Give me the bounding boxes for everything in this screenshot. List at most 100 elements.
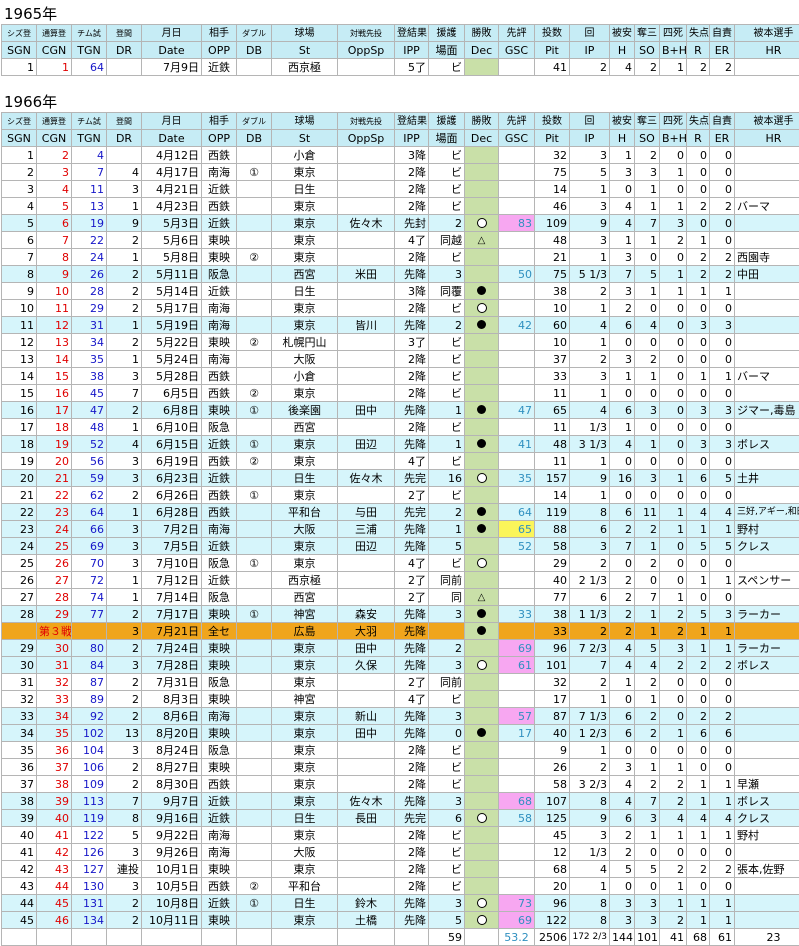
cell-so: 3 (635, 912, 660, 929)
cell-date: 7月12日 (142, 572, 202, 589)
cell-h: 7 (610, 266, 635, 283)
header-cell-en: IPP (395, 42, 429, 59)
cell-date: 4月23日 (142, 198, 202, 215)
cell-pit: 119 (535, 504, 570, 521)
table-row: 28297727月17日東映①神宮森安先降333381 1/321253ラーカー (2, 606, 799, 623)
loss-mark-icon (477, 898, 487, 908)
cell-h: 2 (610, 606, 635, 623)
cell-tgn: 59 (72, 470, 107, 487)
table-row: 第３戦37月21日全セ広島大羽先降33221211 (2, 623, 799, 640)
table-row: 353610438月24日阪急東京2降ビ9100000 (2, 742, 799, 759)
cell-sc: 3 (429, 708, 465, 725)
cell-sc: ビ (429, 147, 465, 164)
cell-db (237, 181, 272, 198)
header-cell-en: R (687, 42, 710, 59)
cell-sgn: 2 (2, 164, 37, 181)
cell-dec (465, 385, 499, 402)
cell-gsc (499, 623, 535, 640)
cell-h: 1 (610, 368, 635, 385)
cell-oppsp (338, 181, 395, 198)
cell-st: 東京 (272, 759, 338, 776)
cell-ip: 5 1/3 (570, 266, 610, 283)
cell-dec (465, 708, 499, 725)
cell-gsc: 69 (499, 640, 535, 657)
cell-cgn: 37 (37, 759, 72, 776)
cell-ipp: 3降 (395, 283, 429, 300)
cell-bh: 2 (660, 623, 687, 640)
cell-date: 5月22日 (142, 334, 202, 351)
cell-db (237, 776, 272, 793)
cell-so: 1 (635, 368, 660, 385)
cell-dec (465, 895, 499, 912)
cell-h: 1 (610, 232, 635, 249)
cell-opp: 全セ (202, 623, 237, 640)
cell-er: 2 (710, 198, 735, 215)
cell-pit: 77 (535, 589, 570, 606)
cell-bh: 1 (660, 164, 687, 181)
cell-bh: 2 (660, 912, 687, 929)
cell-bh: 0 (660, 674, 687, 691)
cell-oppsp: 佐々木 (338, 470, 395, 487)
cell-oppsp (338, 691, 395, 708)
cell-h: 0 (610, 691, 635, 708)
cell-dec (465, 368, 499, 385)
cell-h: 2 (610, 521, 635, 538)
header-cell-en: DR (107, 42, 142, 59)
cell-dec (465, 878, 499, 895)
cell-ipp: 先完 (395, 810, 429, 827)
cell-hr: 早瀬 (735, 776, 799, 793)
cell-dr: 2 (107, 266, 142, 283)
cell-dr: 2 (107, 708, 142, 725)
cell-r: 2 (687, 266, 710, 283)
cell-sc: 3 (429, 657, 465, 674)
cell-dr: 3 (107, 657, 142, 674)
cell-db: ① (237, 555, 272, 572)
cell-ip: 1 (570, 691, 610, 708)
cell-h: 4 (610, 793, 635, 810)
header-cell-jp: 登結果 (395, 25, 429, 42)
cell-r: 2 (687, 59, 710, 76)
cell-ipp: 2降 (395, 164, 429, 181)
cell-tgn: 80 (72, 640, 107, 657)
cell-ipp: 2降 (395, 368, 429, 385)
cell-cgn: 29 (37, 606, 72, 623)
cell-hr (735, 878, 799, 895)
cell-st: 東京 (272, 725, 338, 742)
cell-bh: 0 (660, 691, 687, 708)
cell-gsc (499, 232, 535, 249)
cell-oppsp (338, 351, 395, 368)
cell-db (237, 232, 272, 249)
cell-opp: 東映 (202, 640, 237, 657)
cell-oppsp (338, 385, 395, 402)
cell-sc: 3 (429, 266, 465, 283)
cell-st: 日生 (272, 283, 338, 300)
header-cell-jp: 奪三 (635, 25, 660, 42)
cell-gsc (499, 487, 535, 504)
cell-er: 0 (710, 453, 735, 470)
cell-tgn: 13 (72, 198, 107, 215)
cell-gsc (499, 827, 535, 844)
cell-er: 1 (710, 572, 735, 589)
cell-so: 3 (635, 402, 660, 419)
cell-dr: 1 (107, 249, 142, 266)
table-row: 782415月8日東映②東京2降ビ21130022西園寺 (2, 249, 799, 266)
cell-h: 0 (610, 453, 635, 470)
cell-ip: 4 (570, 861, 610, 878)
year-heading-1966: 1966年 (0, 88, 799, 112)
cell-pit: 65 (535, 402, 570, 419)
cell-st: 東京 (272, 776, 338, 793)
cell-r: 0 (687, 691, 710, 708)
cell-dec (465, 487, 499, 504)
cell-ipp: 2降 (395, 776, 429, 793)
header-cell-jp: 失点 (687, 25, 710, 42)
cell-st: 西宮 (272, 419, 338, 436)
cell-cgn: 10 (37, 283, 72, 300)
cell-gsc (499, 351, 535, 368)
table-row: 23744月17日南海①東京2降ビ75533100 (2, 164, 799, 181)
cell-opp: 南海 (202, 164, 237, 181)
header-cell-jp: 失点 (687, 113, 710, 130)
cell-dr: 3 (107, 844, 142, 861)
cell-cgn: 38 (37, 776, 72, 793)
header-cell-jp: 対戦先投 (338, 113, 395, 130)
cell-sgn: 6 (2, 232, 37, 249)
